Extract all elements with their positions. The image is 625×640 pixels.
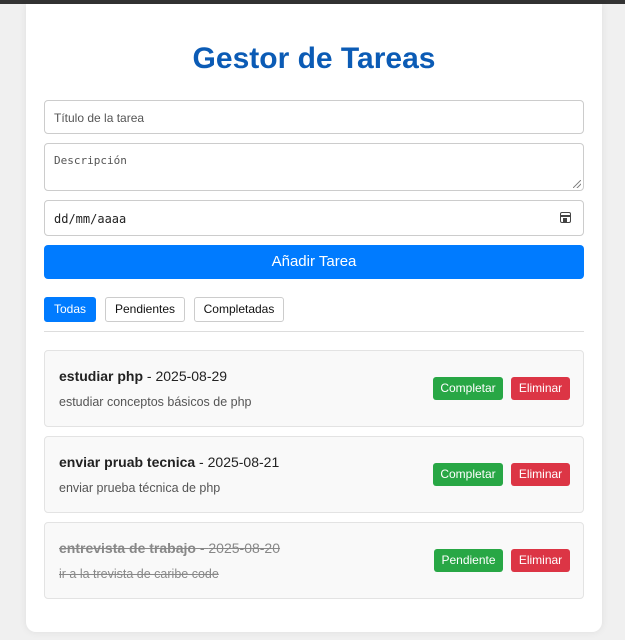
calendar-icon[interactable]: [560, 212, 571, 223]
complete-task-button[interactable]: Completar: [433, 463, 503, 486]
filter-all-button[interactable]: Todas: [44, 297, 96, 322]
date-placeholder: dd/mm/aaaa: [54, 212, 127, 226]
task-item: estudiar php - 2025-08-29 estudiar conce…: [44, 350, 584, 427]
mark-pending-button[interactable]: Pendiente: [434, 549, 503, 572]
complete-task-button[interactable]: Completar: [433, 377, 503, 400]
task-manager-card: Gestor de Tareas Título de la tarea Desc…: [26, 4, 602, 632]
filter-completed-button[interactable]: Completadas: [194, 297, 284, 322]
task-title: entrevista de trabajo: [59, 540, 196, 556]
delete-task-button[interactable]: Eliminar: [511, 463, 570, 486]
task-title: estudiar php: [59, 368, 144, 384]
task-description-textarea[interactable]: Descripción: [44, 143, 584, 191]
delete-task-button[interactable]: Eliminar: [511, 377, 570, 400]
task-title-input[interactable]: Título de la tarea: [44, 100, 584, 134]
page-title: Gestor de Tareas: [192, 42, 436, 75]
task-separator: -: [195, 454, 208, 470]
task-item-completed: entrevista de trabajo - 2025-08-20 ir a …: [44, 522, 584, 599]
task-header: enviar pruab tecnica - 2025-08-21: [59, 454, 279, 470]
task-header: estudiar php - 2025-08-29: [59, 368, 227, 384]
description-placeholder: Descripción: [54, 154, 127, 167]
task-description: enviar prueba técnica de php: [59, 481, 221, 495]
task-item: enviar pruab tecnica - 2025-08-21 enviar…: [44, 436, 584, 513]
task-date-input[interactable]: dd/mm/aaaa: [44, 200, 584, 236]
task-separator: -: [195, 540, 209, 556]
divider: [44, 331, 584, 332]
task-date: 2025-08-21: [207, 454, 280, 470]
delete-task-button[interactable]: Eliminar: [511, 549, 570, 572]
task-description: estudiar conceptos básicos de php: [59, 395, 252, 409]
resize-handle-icon[interactable]: [573, 180, 581, 188]
task-date: 2025-08-20: [208, 540, 281, 556]
task-title: enviar pruab tecnica: [59, 454, 196, 470]
task-date: 2025-08-29: [155, 368, 228, 384]
task-header: entrevista de trabajo - 2025-08-20: [59, 540, 280, 556]
add-task-button[interactable]: Añadir Tarea: [44, 245, 584, 279]
task-separator: -: [143, 368, 156, 384]
task-description: ir a la trevista de caribe code: [59, 567, 219, 581]
filter-pending-button[interactable]: Pendientes: [105, 297, 185, 322]
